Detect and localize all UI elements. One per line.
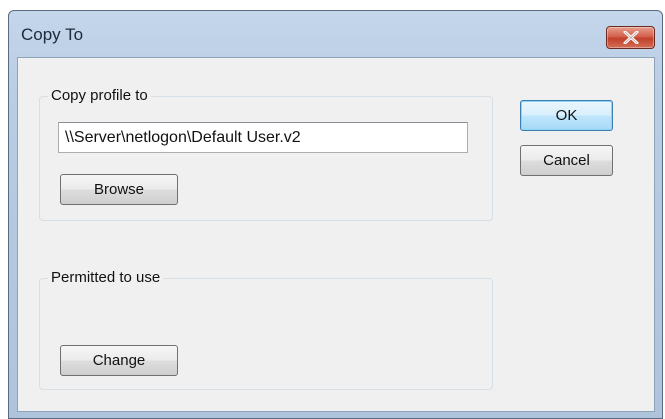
desktop-background: [0, 0, 665, 10]
copy-profile-group-label: Copy profile to: [48, 87, 151, 105]
copy-profile-path-input[interactable]: [58, 122, 468, 153]
ok-button[interactable]: OK: [520, 100, 613, 131]
close-button[interactable]: [606, 26, 655, 49]
close-icon: [623, 31, 639, 44]
cancel-button[interactable]: Cancel: [520, 145, 613, 176]
change-button[interactable]: Change: [60, 345, 178, 376]
dialog-client-area: Copy profile to Browse Permitted to use …: [17, 57, 655, 412]
window-title: Copy To: [21, 25, 84, 44]
copy-to-dialog: Copy To Copy profile to Browse Permitted…: [8, 10, 663, 419]
title-bar[interactable]: Copy To: [9, 11, 662, 57]
permitted-group-label: Permitted to use: [48, 269, 164, 287]
browse-button[interactable]: Browse: [60, 174, 178, 205]
